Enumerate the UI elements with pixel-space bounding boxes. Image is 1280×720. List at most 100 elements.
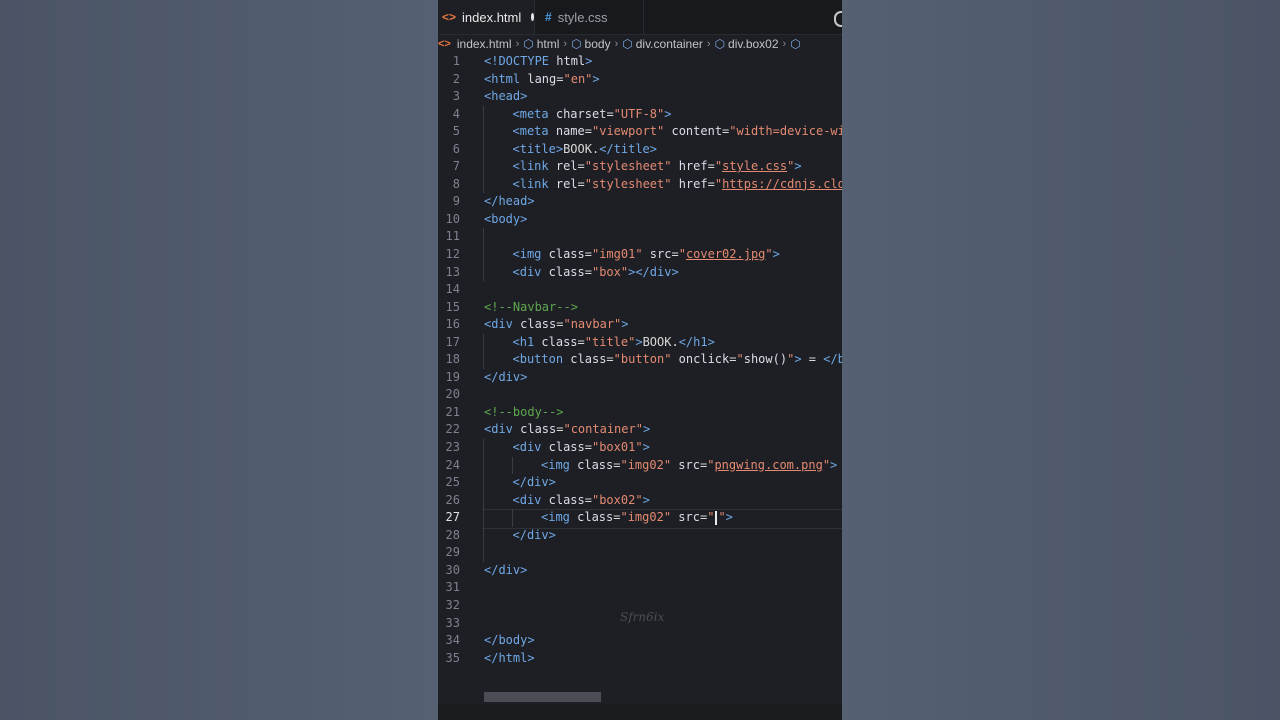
- tab-index-html[interactable]: <> index.html: [438, 0, 534, 34]
- code-area[interactable]: 1 <!DOCTYPE html> 2 <html lang="en"> 3 <head>…: [438, 53, 842, 667]
- code-line[interactable]: 24 <img class="img02" src="pngwing.com.pn…: [438, 456, 842, 475]
- breadcrumb-item-container[interactable]: ⬡ div.container: [622, 37, 703, 51]
- code-line[interactable]: 13 <div class="box"></div>: [438, 263, 842, 282]
- right-backdrop: [842, 0, 1280, 720]
- code-line[interactable]: 31: [438, 579, 842, 597]
- element-cube-icon: ⬡: [790, 37, 801, 51]
- line-number: 19: [445, 369, 460, 384]
- element-cube-icon: ⬡: [622, 37, 633, 51]
- code-line[interactable]: 20: [438, 386, 842, 404]
- line-number: 15: [445, 299, 460, 314]
- code-line[interactable]: 21 <!--body-->: [438, 404, 842, 422]
- breadcrumb-item-file[interactable]: <> index.html: [438, 37, 512, 51]
- code-line[interactable]: 7 <link rel="stylesheet" href="style.css"…: [438, 158, 842, 176]
- code-token: "stylesheet": [584, 159, 672, 174]
- code-line[interactable]: 11: [438, 228, 842, 247]
- horizontal-scrollbar[interactable]: [484, 692, 601, 702]
- code-line[interactable]: 17 <h1 class="title">BOOK.</h1>: [438, 333, 842, 352]
- code-line[interactable]: 35 </html>: [438, 650, 842, 668]
- indent-guide: [483, 175, 484, 194]
- css-file-icon: #: [545, 10, 552, 24]
- code-token: >: [725, 510, 733, 525]
- line-number: 13: [445, 264, 460, 279]
- code-line[interactable]: 1 <!DOCTYPE html>: [438, 53, 842, 71]
- code-token: "en": [563, 71, 593, 86]
- code-line[interactable]: 3 <head>: [438, 88, 842, 106]
- code-token: <meta: [512, 124, 556, 139]
- code-text: <div class="navbar">: [484, 316, 629, 334]
- code-line[interactable]: 34 </body>: [438, 632, 842, 650]
- code-line[interactable]: 22 <div class="container">: [438, 421, 842, 439]
- code-token: "width=device-wid: [729, 124, 842, 139]
- code-token: </div>: [512, 527, 556, 542]
- code-line[interactable]: 18 <button class="button" onclick="show()…: [438, 351, 842, 369]
- code-editor[interactable]: <> index.html # style.css <> index.html …: [438, 0, 842, 720]
- code-token: <html: [484, 71, 528, 86]
- indent-guide: [483, 474, 484, 492]
- indent-guide: [483, 491, 484, 510]
- code-token: class: [548, 247, 585, 262]
- code-token: >: [830, 457, 838, 472]
- editor-actions-icon[interactable]: [834, 11, 842, 27]
- code-line[interactable]: 10 <body>: [438, 211, 842, 229]
- line-number: 34: [445, 633, 460, 648]
- code-line[interactable]: 12 <img class="img01" src="cover02.jpg">: [438, 246, 842, 264]
- line-number: 24: [445, 457, 460, 472]
- code-token: >: [772, 247, 780, 262]
- code-line[interactable]: 28 </div>: [438, 526, 842, 545]
- code-token: <img: [512, 247, 549, 262]
- code-token: ": [714, 176, 723, 191]
- code-text: <head>: [484, 88, 527, 106]
- code-token: </head>: [484, 194, 535, 209]
- code-line[interactable]: 8 <link rel="stylesheet" href="https://cd…: [438, 175, 842, 194]
- code-token: =: [801, 352, 824, 367]
- breadcrumb-item-body[interactable]: ⬡ body: [571, 37, 611, 51]
- code-line[interactable]: 9 </head>: [438, 193, 842, 211]
- breadcrumb: <> index.html › ⬡ html › ⬡ body › ⬡ div.…: [438, 35, 842, 53]
- code-token: href: [671, 176, 708, 191]
- code-text: <html lang="en">: [484, 71, 600, 89]
- code-token: =: [577, 159, 585, 174]
- code-line[interactable]: 26 <div class="box02">: [438, 491, 842, 510]
- element-cube-icon: ⬡: [714, 37, 726, 51]
- code-line[interactable]: 16 <div class="navbar">: [438, 316, 842, 334]
- code-token: <div: [512, 440, 549, 455]
- code-line[interactable]: 5 <meta name="viewport" content="width=de…: [438, 123, 842, 141]
- code-line[interactable]: 25 </div>: [438, 474, 842, 492]
- code-token: </body>: [484, 633, 535, 648]
- code-token: </div>: [484, 562, 528, 577]
- code-line[interactable]: 4 <meta charset="UTF-8">: [438, 105, 842, 124]
- code-line[interactable]: 2 <html lang="en">: [438, 71, 842, 89]
- code-line[interactable]: 19 </div>: [438, 369, 842, 387]
- code-token: =: [671, 247, 679, 262]
- code-text: <button class="button" onclick="show()">…: [513, 351, 843, 369]
- code-token: class: [548, 440, 585, 455]
- code-line[interactable]: 30 </div>: [438, 562, 842, 580]
- code-line[interactable]: 29: [438, 544, 842, 562]
- code-text: <!--body-->: [484, 404, 563, 422]
- element-cube-icon: ⬡: [571, 37, 582, 51]
- line-number: 16: [445, 317, 460, 332]
- code-token: class: [548, 492, 585, 507]
- code-token: ></div>: [628, 264, 679, 279]
- line-number: 12: [445, 247, 460, 262]
- code-token: >: [664, 106, 672, 121]
- code-token: class: [570, 352, 607, 367]
- code-text: </body>: [484, 632, 535, 650]
- code-line[interactable]: 23 <div class="box01">: [438, 439, 842, 457]
- line-number: 6: [452, 141, 460, 156]
- code-token: <div: [484, 422, 521, 437]
- line-number: 33: [445, 615, 460, 630]
- code-line[interactable]: 6 <title>BOOK.</title>: [438, 140, 842, 159]
- code-line[interactable]: 14: [438, 281, 842, 299]
- breadcrumb-item-box02[interactable]: ⬡ div.box02: [715, 37, 779, 51]
- code-line[interactable]: 15 <!--Navbar-->: [438, 299, 842, 317]
- code-line[interactable]: 27 <img class="img02" src=" ">: [438, 509, 842, 529]
- line-number: 29: [445, 545, 460, 560]
- code-token: =: [584, 247, 592, 262]
- code-text: </div>: [484, 369, 527, 387]
- tab-style-css[interactable]: # style.css: [534, 0, 644, 34]
- breadcrumb-item-html[interactable]: ⬡ html: [523, 37, 559, 51]
- code-token: >: [642, 440, 650, 455]
- code-token: </h1>: [678, 334, 715, 349]
